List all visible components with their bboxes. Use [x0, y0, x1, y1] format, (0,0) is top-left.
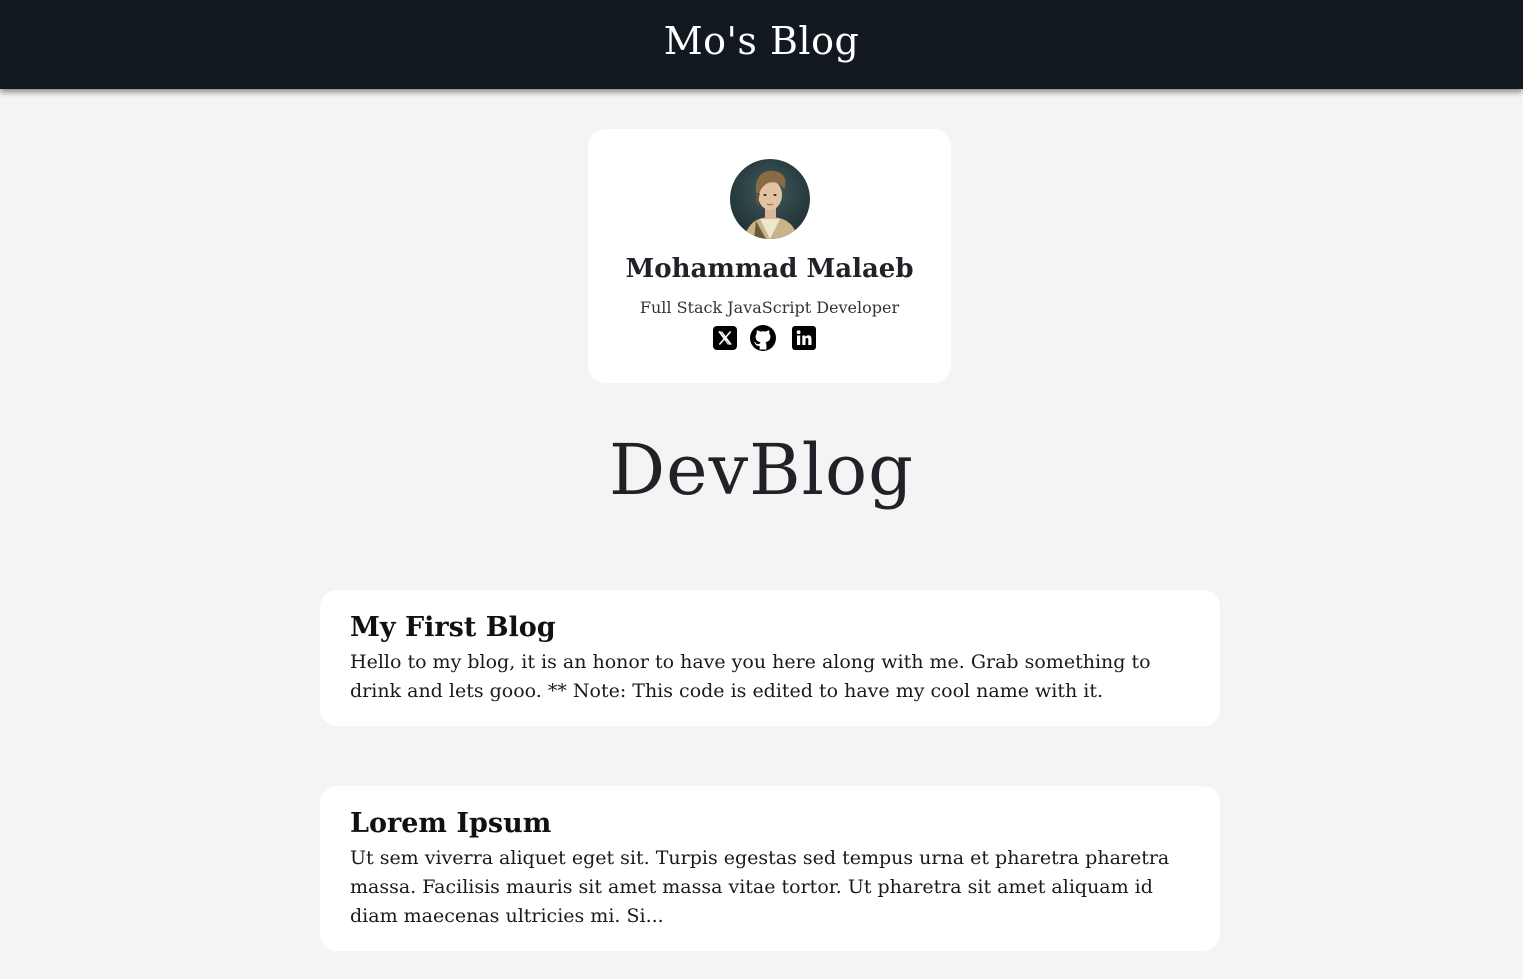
page-title: DevBlog	[609, 429, 914, 511]
profile-card: Mohammad Malaeb Full Stack JavaScript De…	[588, 129, 951, 383]
avatar	[730, 159, 810, 239]
profile-name: Mohammad Malaeb	[625, 254, 914, 284]
post-excerpt: Hello to my blog, it is an honor to have…	[350, 651, 1151, 702]
github-icon[interactable]	[750, 325, 776, 351]
post-card[interactable]: Lorem Ipsum Ut sem viverra aliquet eget …	[320, 786, 1220, 951]
x-twitter-icon[interactable]	[712, 325, 738, 351]
avatar-portrait-icon	[730, 159, 810, 239]
social-links	[712, 325, 828, 351]
post-title[interactable]: Lorem Ipsum	[350, 806, 1190, 842]
linkedin-icon[interactable]	[791, 325, 817, 351]
site-title-link[interactable]: Mo's Blog	[0, 18, 1523, 64]
post-card[interactable]: My First Blog Hello to my blog, it is an…	[320, 590, 1220, 726]
top-navbar: Mo's Blog	[0, 0, 1523, 89]
profile-role: Full Stack JavaScript Developer	[639, 298, 900, 317]
post-excerpt: Ut sem viverra aliquet eget sit. Turpis …	[350, 847, 1170, 927]
post-title[interactable]: My First Blog	[350, 610, 1190, 646]
